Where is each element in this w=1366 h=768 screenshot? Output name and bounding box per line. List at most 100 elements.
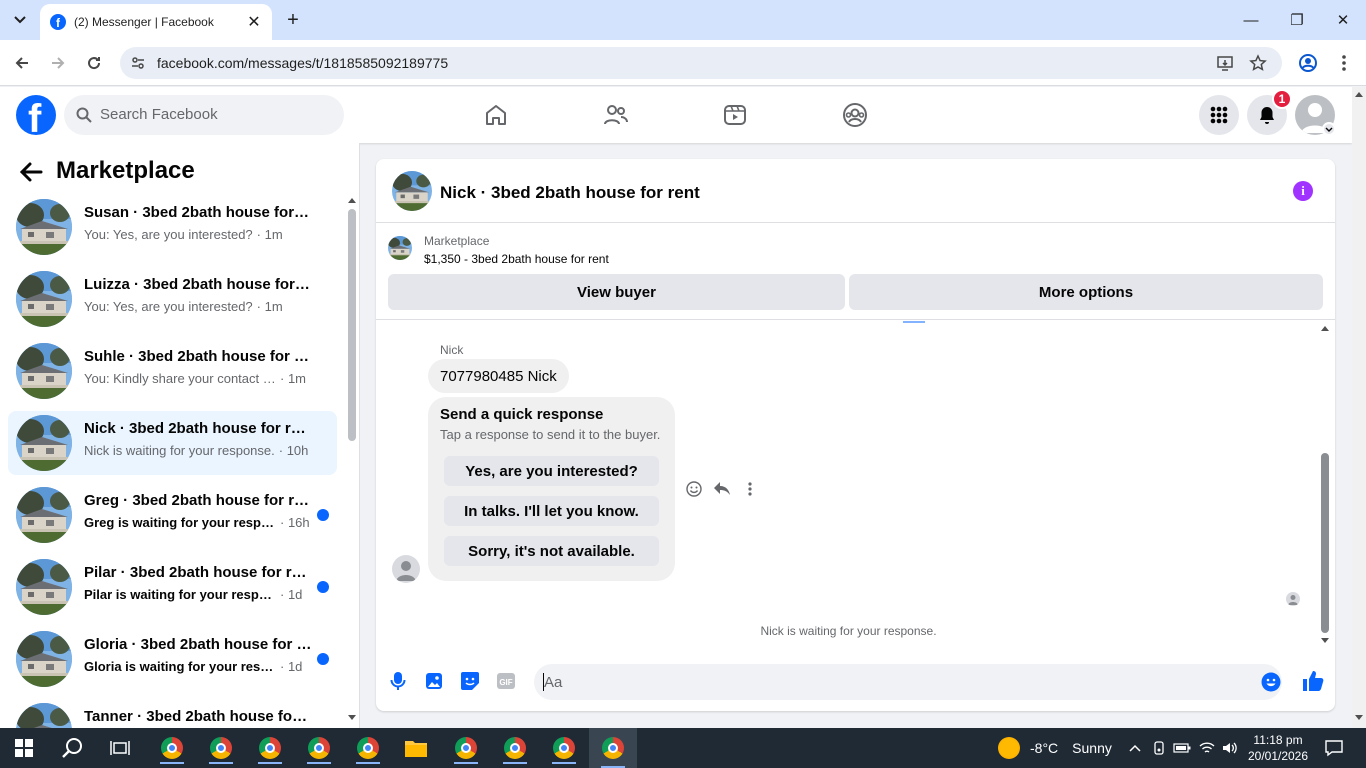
listing-title[interactable]: $1,350 - 3bed 2bath house for rent bbox=[424, 252, 609, 266]
taskbar-chrome-2[interactable] bbox=[201, 732, 241, 764]
taskbar-chrome-1[interactable] bbox=[152, 732, 192, 764]
scroll-up-arrow-icon[interactable] bbox=[348, 197, 356, 203]
chrome-icon bbox=[210, 737, 232, 759]
nav-home[interactable] bbox=[480, 99, 512, 131]
message-scrollbar[interactable] bbox=[1318, 321, 1332, 651]
account-chevron-icon[interactable] bbox=[1322, 122, 1336, 136]
more-options-button[interactable]: More options bbox=[849, 274, 1323, 310]
view-buyer-button[interactable]: View buyer bbox=[388, 274, 845, 310]
nav-video[interactable] bbox=[719, 99, 751, 131]
menu-button[interactable] bbox=[1199, 95, 1239, 135]
attach-photo-button[interactable] bbox=[422, 669, 446, 693]
reload-button[interactable] bbox=[81, 50, 107, 76]
message-input[interactable]: Aa bbox=[534, 664, 1282, 700]
info-icon[interactable]: i bbox=[1293, 181, 1313, 201]
taskbar-file-explorer[interactable] bbox=[396, 732, 436, 764]
taskbar-chrome-5[interactable] bbox=[348, 732, 388, 764]
battery-icon[interactable] bbox=[1172, 738, 1192, 758]
conversation-item[interactable]: Nick · 3bed 2bath house for rent Nick is … bbox=[8, 411, 337, 475]
taskbar-chrome-4[interactable] bbox=[299, 732, 339, 764]
listing-thumbnail[interactable] bbox=[388, 236, 412, 260]
gif-button[interactable]: GIF bbox=[494, 669, 518, 693]
chat-avatar[interactable] bbox=[392, 171, 432, 211]
wifi-icon[interactable] bbox=[1197, 738, 1217, 758]
taskbar-chrome-3[interactable] bbox=[250, 732, 290, 764]
scrollbar-thumb[interactable] bbox=[348, 209, 356, 441]
kebab-menu-icon[interactable] bbox=[1340, 53, 1348, 73]
conversation-name: Nick · 3bed 2bath house for rent bbox=[84, 420, 312, 437]
conversation-preview: You: Yes, are you interested? bbox=[84, 299, 253, 314]
minimize-button[interactable]: — bbox=[1228, 0, 1274, 40]
url-text: facebook.com/messages/t/1818585092189775 bbox=[157, 55, 449, 71]
like-button[interactable] bbox=[1301, 669, 1325, 693]
scroll-up-arrow-icon[interactable] bbox=[1321, 325, 1329, 331]
message-placeholder: Aa bbox=[544, 674, 563, 691]
page-scrollbar[interactable] bbox=[1352, 87, 1366, 728]
taskbar-chrome-7[interactable] bbox=[495, 732, 535, 764]
start-button[interactable] bbox=[4, 732, 44, 764]
quick-response-option[interactable]: Sorry, it's not available. bbox=[444, 536, 659, 566]
house-photo-icon bbox=[16, 703, 72, 728]
back-button[interactable] bbox=[9, 50, 35, 76]
task-view-button[interactable] bbox=[100, 732, 140, 764]
quick-response-option[interactable]: In talks. I'll let you know. bbox=[444, 496, 659, 526]
nav-friends[interactable] bbox=[600, 99, 632, 131]
tab-search-button[interactable] bbox=[8, 8, 32, 32]
more-actions-button[interactable] bbox=[740, 479, 760, 499]
profile-icon[interactable] bbox=[1298, 53, 1318, 73]
taskbar-search-button[interactable] bbox=[52, 732, 92, 764]
show-hidden-icons-button[interactable] bbox=[1125, 738, 1145, 758]
address-bar[interactable]: facebook.com/messages/t/1818585092189775 bbox=[120, 47, 1282, 79]
browser-tab-messenger[interactable]: f (2) Messenger | Facebook ✕ bbox=[40, 4, 272, 40]
tray-device-icon[interactable] bbox=[1149, 738, 1169, 758]
tab-close-icon[interactable]: ✕ bbox=[244, 12, 264, 32]
forward-button[interactable] bbox=[45, 50, 71, 76]
conversation-item[interactable]: Greg · 3bed 2bath house for re... Greg is… bbox=[8, 483, 337, 547]
scroll-up-arrow-icon[interactable] bbox=[1355, 91, 1363, 97]
scroll-down-arrow-icon[interactable] bbox=[1355, 715, 1363, 721]
new-tab-button[interactable]: + bbox=[282, 9, 304, 31]
bookmark-star-icon[interactable] bbox=[1249, 54, 1267, 72]
conversation-item[interactable]: Gloria · 3bed 2bath house for r... Gloria… bbox=[8, 627, 337, 691]
message-bubble[interactable]: 7077980485 Nick bbox=[428, 359, 569, 393]
conversation-item[interactable]: Suhle · 3bed 2bath house for rent You: Ki… bbox=[8, 339, 337, 403]
weather-widget[interactable]: -8°C Sunny bbox=[998, 737, 1112, 759]
taskbar-chrome-8[interactable] bbox=[544, 732, 584, 764]
sticker-button[interactable] bbox=[458, 669, 482, 693]
conversation-name: Suhle · 3bed 2bath house for rent bbox=[84, 348, 312, 365]
scroll-down-arrow-icon[interactable] bbox=[348, 715, 356, 721]
search-input[interactable]: Search Facebook bbox=[64, 95, 344, 135]
nav-groups[interactable] bbox=[839, 99, 871, 131]
install-app-icon[interactable] bbox=[1216, 54, 1234, 72]
notification-badge: 1 bbox=[1272, 89, 1292, 109]
react-button[interactable] bbox=[684, 479, 704, 499]
conversation-list-scrollbar[interactable] bbox=[346, 193, 358, 725]
grid-menu-icon bbox=[1210, 106, 1228, 124]
system-clock[interactable]: 11:18 pm 20/01/2026 bbox=[1246, 732, 1310, 764]
notification-center-button[interactable] bbox=[1323, 737, 1345, 759]
site-settings-icon[interactable] bbox=[130, 55, 146, 71]
conversation-item[interactable]: Luizza · 3bed 2bath house for rent You: Y… bbox=[8, 267, 337, 331]
chat-title[interactable]: Nick · 3bed 2bath house for rent bbox=[440, 183, 700, 203]
reply-button[interactable] bbox=[712, 479, 732, 499]
back-arrow-icon[interactable] bbox=[18, 159, 44, 185]
scrollbar-thumb[interactable] bbox=[1321, 453, 1329, 633]
tab-title: (2) Messenger | Facebook bbox=[74, 15, 214, 29]
volume-icon[interactable] bbox=[1220, 738, 1240, 758]
facebook-logo[interactable]: f bbox=[16, 95, 56, 135]
restore-button[interactable]: ❐ bbox=[1274, 0, 1320, 40]
sender-avatar[interactable] bbox=[392, 555, 420, 583]
microphone-icon bbox=[390, 672, 406, 690]
taskbar-chrome-active[interactable] bbox=[589, 728, 637, 768]
conversation-item[interactable]: Susan · 3bed 2bath house for rent You: Ye… bbox=[8, 195, 337, 259]
panel-title: Marketplace bbox=[56, 157, 195, 184]
close-window-button[interactable]: ✕ bbox=[1320, 0, 1366, 40]
scroll-down-arrow-icon[interactable] bbox=[1321, 638, 1329, 644]
emoji-icon[interactable] bbox=[1261, 672, 1281, 692]
conversation-item[interactable]: Pilar · 3bed 2bath house for rent Pilar i… bbox=[8, 555, 337, 619]
taskbar-chrome-6[interactable] bbox=[446, 732, 486, 764]
unread-indicator bbox=[317, 509, 329, 521]
conversation-item[interactable]: Tanner · 3bed 2bath house for ... bbox=[8, 699, 337, 728]
voice-clip-button[interactable] bbox=[386, 669, 410, 693]
quick-response-option[interactable]: Yes, are you interested? bbox=[444, 456, 659, 486]
